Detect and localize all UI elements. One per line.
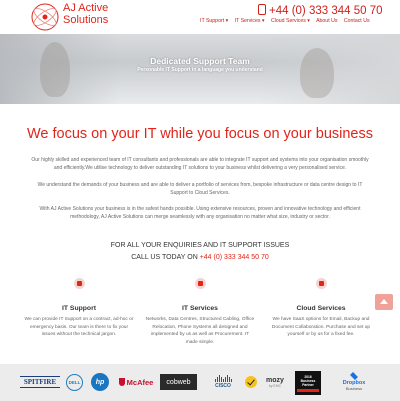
spitfire-logo: SPITFIRE [20, 376, 60, 388]
cisco-logo: CISCO [210, 373, 236, 391]
intro-paragraph-2: We understand the demands of your busine… [37, 182, 363, 196]
dropbox-icon [350, 372, 358, 380]
cta-line-2: CALL US TODAY ON +44 (0) 333 344 50 70 [0, 254, 400, 261]
nav-it-support[interactable]: IT Support ▾ [200, 18, 228, 24]
mcafee-shield-icon [118, 378, 125, 386]
site-header: AJ Active Solutions +44 (0) 333 344 50 7… [0, 0, 400, 34]
mcafee-logo: McAfee [116, 373, 156, 391]
intro-paragraph-1: Our highly skilled and experienced team … [31, 157, 369, 171]
mozy-text: mozy [266, 376, 284, 384]
cloud-icon [316, 278, 327, 289]
back-to-top-button[interactable] [375, 294, 393, 310]
lenovo-badge-line-3: Partner [302, 382, 314, 387]
cta-prefix: CALL US TODAY ON [131, 254, 200, 261]
logo-icon[interactable] [30, 2, 60, 32]
header-phone[interactable]: +44 (0) 333 344 50 70 [258, 4, 383, 17]
support-icon [74, 278, 85, 289]
service-title-it-services[interactable]: IT Services [145, 305, 255, 312]
services-icon [195, 278, 206, 289]
service-text-cloud-services: We have SaaS options for Email, Backup a… [271, 317, 371, 337]
hero-title: Dedicated Support Team [150, 56, 250, 66]
hp-logo: hp [91, 373, 109, 391]
cta-phone-link[interactable]: +44 (0) 333 344 50 70 [200, 254, 269, 261]
mcafee-text: McAfee [126, 377, 154, 387]
checkmark-icon [245, 376, 257, 388]
service-text-it-support: We can provide IT Support on a contract,… [24, 317, 134, 337]
header-phone-number: +44 (0) 333 344 50 70 [269, 5, 383, 17]
mozy-logo: mozy by EMC [262, 373, 288, 391]
service-title-it-support[interactable]: IT Support [24, 305, 134, 312]
dropbox-logo: Dropbox Business [336, 372, 372, 391]
hero-subtitle: Personable IT Support in a language you … [137, 67, 263, 73]
service-title-cloud-services[interactable]: Cloud Services [266, 305, 376, 312]
cta-line-1: FOR ALL YOUR ENQUIRIES AND IT SUPPORT IS… [110, 242, 290, 249]
lenovo-red-bar [297, 388, 319, 392]
intro-paragraph-3: With AJ Active Solutions your business i… [39, 206, 361, 220]
cisco-bars-icon [214, 375, 232, 382]
nav-contact-us[interactable]: Contact Us [344, 18, 370, 24]
dell-logo: DELL [66, 374, 83, 391]
logo-line-1: AJ Active [63, 2, 109, 14]
service-text-it-services: Networks, Data Centres, Structured Cabli… [145, 317, 255, 345]
logo-line-2: Solutions [63, 14, 109, 26]
lenovo-partner-badge: 2016 Business Partner [295, 371, 321, 395]
main-nav: IT Support ▾ IT Services ▾ Cloud Service… [200, 18, 396, 24]
nav-it-services[interactable]: IT Services ▾ [235, 18, 265, 24]
phone-icon [258, 4, 266, 15]
hero-banner: Dedicated Support Team Personable IT Sup… [0, 34, 400, 104]
nav-about-us[interactable]: About Us [316, 18, 337, 24]
mozy-subtext: by EMC [268, 383, 282, 388]
symantec-logo [242, 373, 260, 391]
cobweb-logo: cobweb [160, 374, 197, 390]
page-headline: We focus on your IT while you focus on y… [26, 126, 374, 142]
nav-cloud-services[interactable]: Cloud Services ▾ [271, 18, 310, 24]
dropbox-subtext: Business [345, 386, 363, 391]
logo-text[interactable]: AJ Active Solutions [63, 2, 108, 26]
cisco-text: CISCO [215, 383, 231, 389]
